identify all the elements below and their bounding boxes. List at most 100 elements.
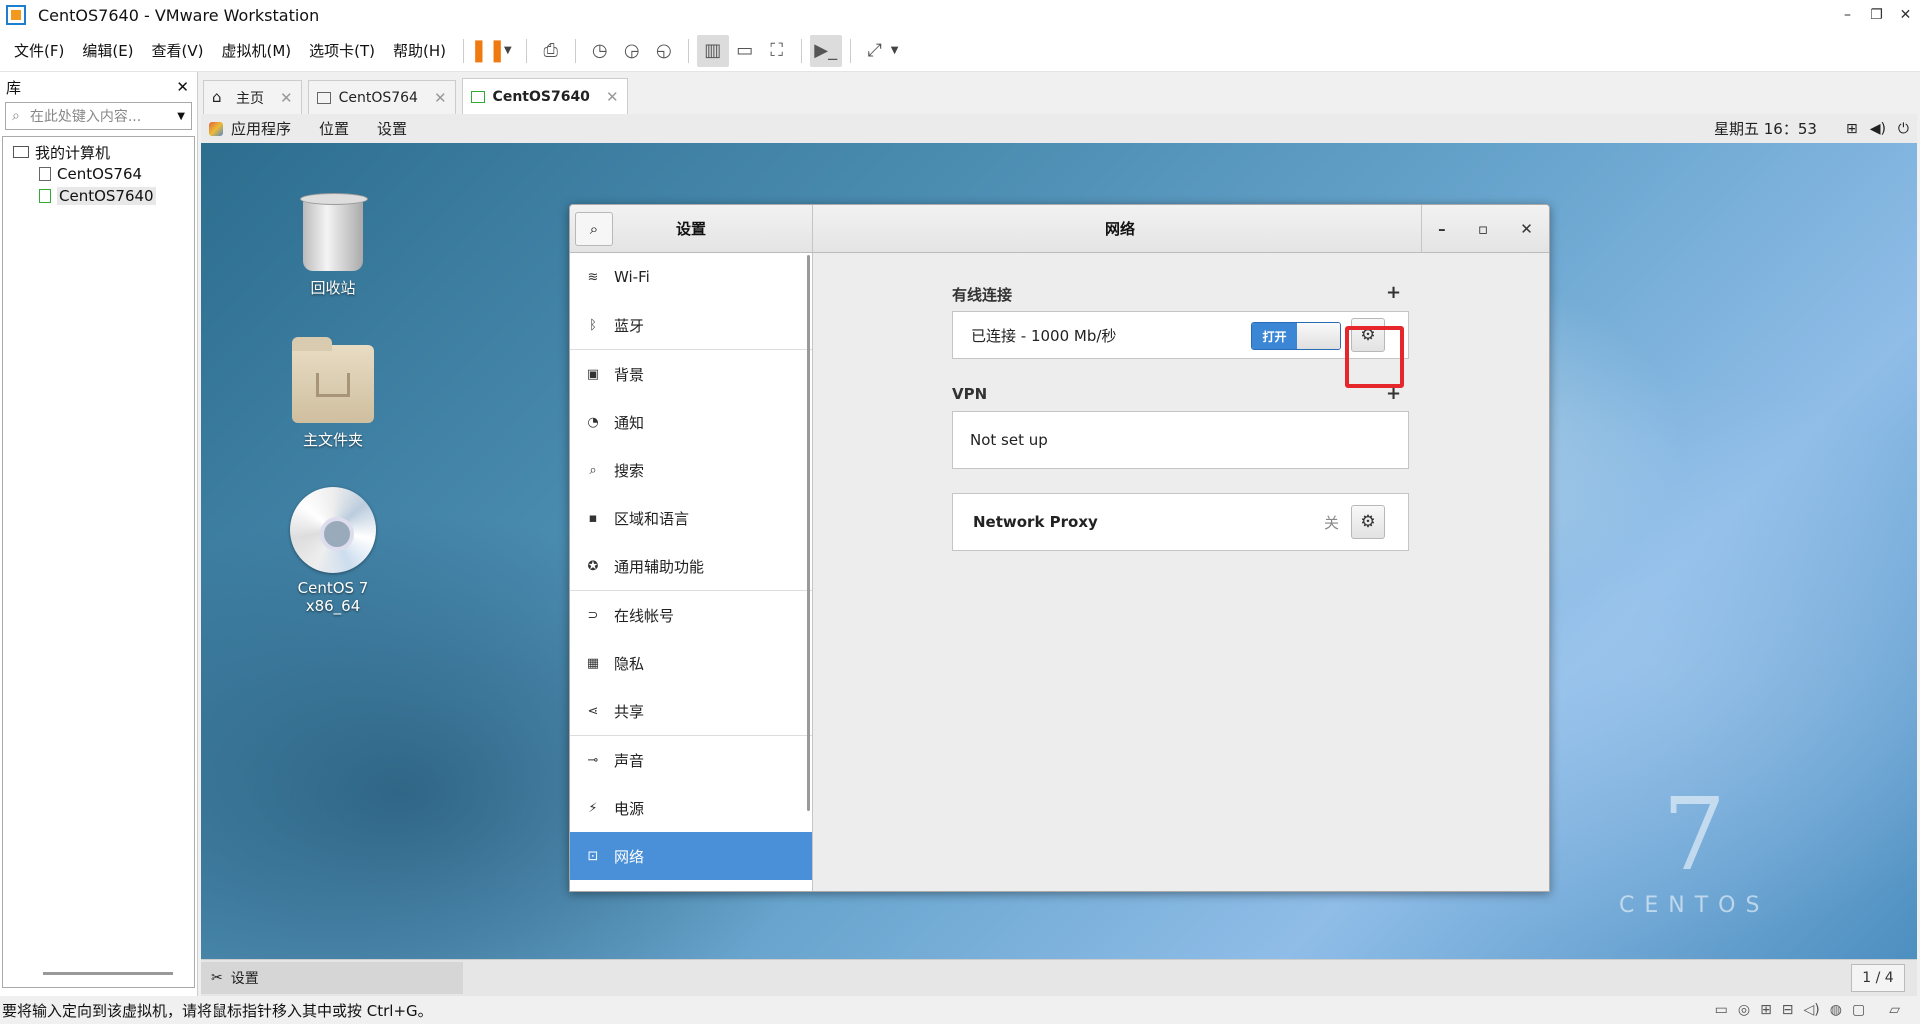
library-search-placeholder: 在此处键入内容... [29,109,142,125]
vpn-status: Not set up [970,431,1048,449]
pause-icon[interactable]: ❚❚ [470,35,507,67]
sound-card-icon[interactable]: ◁) [1804,1002,1820,1018]
full-screen-dropdown-icon[interactable]: ▼ [891,45,899,56]
library-header: 库 ✕ [0,72,197,102]
vm-icon [39,167,51,181]
sidebar-item-background[interactable]: ▣ 背景 [570,350,812,398]
sidebar-item-online-accounts[interactable]: ⊃ 在线帐号 [570,591,812,639]
sidebar-item-search[interactable]: ⌕ 搜索 [570,446,812,494]
sidebar-item-accessibility[interactable]: ✪ 通用辅助功能 [570,542,812,590]
thumbnail-bar-icon[interactable]: ▭ [729,35,761,67]
privacy-icon: ▦ [586,655,600,671]
tab-close-icon[interactable]: ✕ [280,89,293,107]
sidebar-item-label: 电源 [614,799,645,818]
sidebar-item-bluetooth[interactable]: ᛒ 蓝牙 [570,301,812,349]
network-icon: ⊞ [1845,120,1858,137]
sidebar-item-label: 蓝牙 [614,316,645,335]
library-search-input[interactable]: ⌕ 在此处键入内容... ▼ [5,102,192,130]
vm-running-icon [39,189,51,203]
accessibility-icon: ✪ [587,558,599,574]
sidebar-item-label: 隐私 [614,654,645,673]
menu-tabs[interactable]: 选项卡(T) [300,40,384,61]
menu-file[interactable]: 文件(F) [0,40,73,61]
network-proxy-row[interactable]: Network Proxy 关 ⚙ [952,493,1409,551]
tab-close-icon[interactable]: ✕ [434,89,447,107]
vmware-logo-icon [6,5,26,25]
menu-view[interactable]: 查看(V) [143,40,213,61]
menu-help[interactable]: 帮助(H) [384,40,455,61]
tab-close-icon[interactable]: ✕ [606,88,619,106]
printer-icon[interactable]: ◍ [1830,1002,1842,1018]
restore-button[interactable]: ❐ [1862,0,1891,30]
tab-centos7640[interactable]: CentOS7640 ✕ [461,78,628,114]
tab-centos764[interactable]: CentOS764 ✕ [307,80,456,114]
taskbar-item-label: 设置 [230,971,259,987]
gear-icon: ⚙ [1360,512,1376,532]
online-accounts-icon: ⊃ [587,607,599,623]
settings-close-button[interactable]: ✕ [1520,220,1533,238]
proxy-settings-button[interactable]: ⚙ [1351,505,1385,539]
gnome-menu-places[interactable]: 位置 [319,118,349,139]
desktop-icon-label: 主文件夹 [302,431,363,449]
library-scrollbar[interactable] [43,972,173,975]
console-view-icon[interactable]: ▶_ [809,34,842,67]
library-close-button[interactable]: ✕ [176,78,189,96]
menu-edit[interactable]: 编辑(E) [73,40,142,61]
desktop-icon-trash[interactable]: 回收站 [278,193,388,298]
hard-disk-icon[interactable]: ▭ [1715,1002,1728,1018]
minimize-button[interactable]: – [1833,0,1862,30]
proxy-label: Network Proxy [973,513,1098,531]
fit-guest-icon[interactable]: ⛶ [761,35,793,67]
workspace-pager[interactable]: 1 / 4 [1851,964,1905,992]
close-button[interactable]: ✕ [1891,0,1920,30]
settings-maximize-button[interactable]: ▫ [1478,220,1488,238]
applications-icon [209,121,223,136]
tree-vm-centos7640[interactable]: CentOS7640 [3,185,194,207]
settings-sidebar-scrollbar[interactable] [807,255,810,811]
tab-home[interactable]: ⌂ 主页 ✕ [203,80,302,114]
gnome-menu-applications[interactable]: 应用程序 [231,118,291,139]
message-log-icon[interactable]: ▱ [1889,1002,1900,1018]
sidebar-item-sound[interactable]: ⊸ 声音 [570,736,812,784]
show-library-icon[interactable]: ▥ [696,34,729,67]
system-tray[interactable]: ⊞ ◀) ⏻ [1846,121,1909,137]
taskbar-item-settings[interactable]: ✂ 设置 [201,962,463,994]
menu-vm[interactable]: 虚拟机(M) [213,40,301,61]
settings-search-button[interactable]: ⌕ [575,211,613,246]
sidebar-item-notification[interactable]: ◔ 通知 [570,398,812,446]
wired-toggle[interactable]: 打开 [1251,322,1341,350]
proxy-state: 关 [1324,513,1340,532]
display-icon[interactable]: ▢ [1852,1002,1865,1018]
sidebar-item-share[interactable]: ⋖ 共享 [570,687,812,735]
snapshot-icon[interactable]: ◷ [584,35,616,67]
cd-drive-icon[interactable]: ◎ [1738,1002,1750,1018]
library-title: 库 [6,78,22,97]
settings-sidebar: ≋ Wi-Fi ᛒ 蓝牙 ▣ 背景 ◔ 通知 ⌕ 搜索 ▪ 区域和语言 ✪ 通用辅助功能 ⊃ 在线帐号 ▦ 隐私 ⋖… [570,253,813,891]
computer-icon [13,146,29,158]
sidebar-item-privacy[interactable]: ▦ 隐私 [570,639,812,687]
gnome-menu-settings[interactable]: 设置 [377,118,407,139]
sidebar-item-wifi[interactable]: ≋ Wi-Fi [570,253,812,301]
snapshot-manager-icon[interactable]: ◵ [648,35,680,67]
network-icon: ⊡ [587,848,599,864]
desktop-icon-home[interactable]: 主文件夹 [278,337,388,450]
gnome-clock[interactable]: 星期五 16：53 [1714,118,1817,139]
bluetooth-icon: ᛒ [589,317,597,333]
tree-label: CentOS764 [57,165,143,183]
sidebar-item-region[interactable]: ▪ 区域和语言 [570,494,812,542]
tree-my-computer[interactable]: 我的计算机 [3,141,194,163]
wired-status: 已连接 - 1000 Mb/秒 [971,326,1117,345]
sidebar-item-power[interactable]: ⚡ 电源 [570,784,812,832]
desktop-icon-disc[interactable]: CentOS 7 x86_64 [278,487,388,615]
full-screen-icon[interactable]: ⤢ [859,35,891,67]
usb-icon[interactable]: ⊟ [1782,1002,1794,1018]
pause-dropdown-icon[interactable]: ▼ [504,45,512,56]
revert-snapshot-icon[interactable]: ◶ [616,35,648,67]
tree-vm-centos764[interactable]: CentOS764 [3,163,194,185]
send-ctrl-alt-del-icon[interactable]: ⎙ [535,35,567,67]
search-dropdown-icon[interactable]: ▼ [177,111,185,122]
add-wired-button[interactable]: + [1386,282,1401,303]
settings-minimize-button[interactable]: – [1438,220,1446,238]
network-adapter-icon[interactable]: ⊞ [1760,1002,1772,1018]
sidebar-item-network[interactable]: ⊡ 网络 [570,832,812,880]
